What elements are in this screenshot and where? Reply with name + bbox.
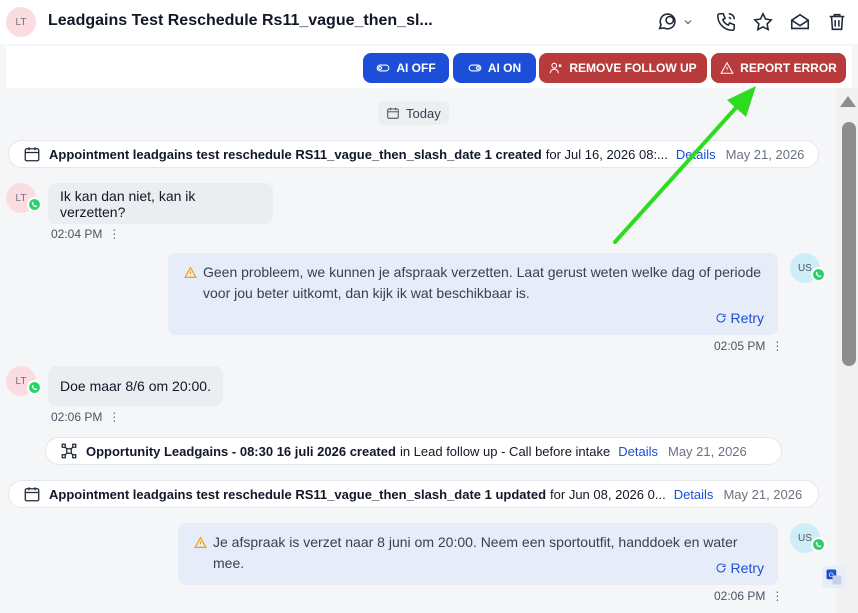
event-title: Opportunity Leadgains - 08:30 16 juli 20… (86, 443, 396, 459)
event-title: Appointment leadgains test reschedule RS… (49, 486, 547, 502)
message-time: 02:05 PM (714, 339, 766, 353)
date-divider: Today (378, 101, 449, 125)
ai-off-label: AI OFF (396, 61, 436, 75)
toggle-on-icon (468, 64, 482, 72)
event-date: May 21, 2026 (667, 443, 747, 459)
event-details-link[interactable]: Details (674, 487, 714, 502)
retry-label: Retry (730, 310, 764, 326)
translate-icon[interactable]: G (822, 566, 846, 588)
chat-dropdown-icon (656, 11, 694, 33)
whatsapp-icon (811, 537, 826, 552)
remove-follow-up-label: REMOVE FOLLOW UP (569, 61, 697, 75)
event-date: May 21, 2026 (725, 146, 805, 162)
whatsapp-icon (811, 267, 826, 282)
scroll-up-arrow-icon[interactable] (840, 96, 856, 107)
ai-off-button[interactable]: AI OFF (363, 53, 449, 83)
message-text: Ik kan dan niet, kan ik verzetten? (60, 187, 196, 220)
scrollbar-thumb[interactable] (842, 122, 856, 366)
outgoing-message-bubble: Geen probleem, we kunnen je afspraak ver… (168, 253, 778, 335)
appointment-created-event: Appointment leadgains test reschedule RS… (8, 140, 819, 168)
opportunity-icon (61, 443, 77, 459)
failed-warning-icon (184, 266, 197, 278)
message-menu-icon[interactable]: ⋮ (108, 410, 120, 424)
event-description: for Jun 08, 2026 0... (550, 486, 666, 502)
whatsapp-icon (27, 197, 42, 212)
incoming-message-bubble: Ik kan dan niet, kan ik verzetten? (48, 183, 273, 224)
remove-follow-up-button[interactable]: REMOVE FOLLOW UP (539, 53, 707, 83)
conversation-header: LT Leadgains Test Reschedule Rs11_vague_… (0, 0, 858, 44)
toggle-off-icon (376, 64, 390, 72)
whatsapp-icon (27, 380, 42, 395)
date-divider-label: Today (406, 105, 441, 121)
message-text: Je afspraak is verzet naar 8 juni om 20:… (213, 534, 738, 571)
event-description: for Jul 16, 2026 08:... (545, 146, 668, 162)
message-text: Doe maar 8/6 om 20:00. (60, 378, 211, 394)
ai-on-label: AI ON (487, 61, 522, 75)
star-icon[interactable] (751, 10, 775, 34)
appointment-updated-event: Appointment leadgains test reschedule RS… (8, 480, 819, 508)
ai-on-button[interactable]: AI ON (453, 53, 536, 83)
warning-icon (720, 61, 734, 74)
message-menu-icon[interactable]: ⋮ (108, 227, 120, 241)
event-details-link[interactable]: Details (618, 444, 658, 459)
refresh-icon (716, 313, 726, 323)
message-timestamp: 02:06 PM ⋮ (714, 589, 783, 603)
message-menu-icon[interactable]: ⋮ (771, 339, 783, 353)
calendar-icon (24, 487, 40, 502)
event-details-link[interactable]: Details (676, 147, 716, 162)
incoming-message-bubble: Doe maar 8/6 om 20:00. (48, 366, 223, 406)
message-timestamp: 02:05 PM ⋮ (714, 339, 783, 353)
calendar-icon (387, 107, 399, 119)
phone-icon[interactable] (714, 10, 738, 34)
message-text: Geen probleem, we kunnen je afspraak ver… (203, 264, 762, 301)
conversation-title: Leadgains Test Reschedule Rs11_vague_the… (48, 12, 433, 29)
refresh-icon (716, 563, 726, 573)
user-remove-icon (549, 62, 562, 74)
event-date: May 21, 2026 (723, 486, 803, 502)
contact-avatar: LT (6, 7, 36, 37)
outgoing-message-bubble: Je afspraak is verzet naar 8 juni om 20:… (178, 523, 778, 585)
message-time: 02:06 PM (51, 410, 103, 424)
opportunity-created-event: Opportunity Leadgains - 08:30 16 juli 20… (45, 437, 782, 465)
failed-warning-icon (194, 536, 207, 548)
message-timestamp: 02:04 PM ⋮ (51, 227, 120, 241)
event-description: in Lead follow up - Call before intake (399, 443, 611, 459)
report-error-button[interactable]: REPORT ERROR (711, 53, 846, 83)
retry-button[interactable]: Retry (715, 310, 764, 326)
mail-icon[interactable] (788, 10, 812, 34)
message-timestamp: 02:06 PM ⋮ (51, 410, 120, 424)
retry-label: Retry (730, 560, 764, 576)
calendar-icon (24, 147, 40, 162)
message-menu-icon[interactable]: ⋮ (771, 589, 783, 603)
event-title: Appointment leadgains test reschedule RS… (49, 146, 542, 162)
message-time: 02:06 PM (714, 589, 766, 603)
retry-button[interactable]: Retry (715, 560, 764, 576)
report-error-label: REPORT ERROR (740, 61, 837, 75)
message-time: 02:04 PM (51, 227, 103, 241)
trash-icon[interactable] (825, 10, 849, 34)
chat-channel-dropdown[interactable] (656, 10, 698, 34)
